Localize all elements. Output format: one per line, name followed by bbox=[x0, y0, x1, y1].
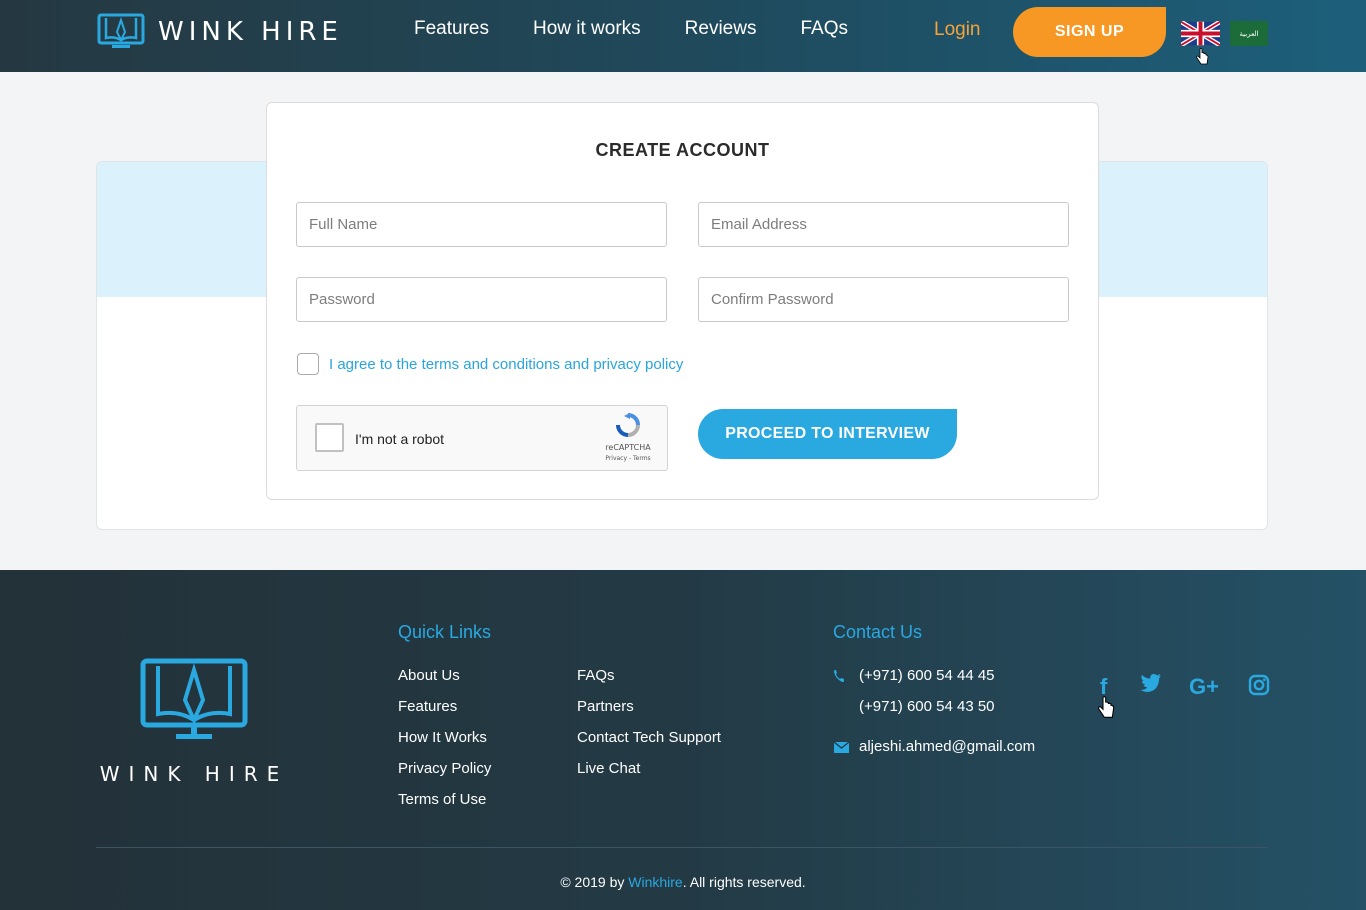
copyright-brand-link[interactable]: Winkhire bbox=[628, 874, 682, 890]
phone-1-text: (+971) 600 54 44 45 bbox=[859, 667, 995, 684]
contact-phone-1[interactable]: (+971) 600 54 44 45 bbox=[833, 667, 995, 684]
footer-logo[interactable]: WINK HIRE bbox=[96, 656, 292, 786]
uk-flag-icon[interactable] bbox=[1181, 21, 1220, 46]
full-name-field[interactable] bbox=[296, 202, 667, 247]
wink-hire-logo[interactable]: WINK HIRE bbox=[96, 12, 343, 52]
twitter-icon[interactable] bbox=[1140, 674, 1162, 692]
footer-link-privacy-policy[interactable]: Privacy Policy bbox=[398, 760, 491, 777]
create-account-form: CREATE ACCOUNT I agree to the terms and … bbox=[266, 102, 1099, 500]
quick-links-heading: Quick Links bbox=[398, 622, 492, 642]
recaptcha-logo: reCAPTCHA Privacy - Terms bbox=[603, 412, 653, 462]
footer-link-how-it-works[interactable]: How It Works bbox=[398, 729, 487, 746]
main-nav: Features How it works Reviews FAQs bbox=[414, 18, 892, 40]
email-text: aljeshi.ahmed@gmail.com bbox=[859, 738, 1036, 755]
footer-link-contact-tech-support[interactable]: Contact Tech Support bbox=[577, 729, 721, 746]
hand-cursor-icon bbox=[1098, 696, 1115, 718]
hand-cursor-icon bbox=[1196, 48, 1209, 65]
logo-icon bbox=[97, 13, 145, 48]
footer-link-features[interactable]: Features bbox=[398, 698, 457, 715]
terms-agreement: I agree to the terms and conditions and … bbox=[297, 353, 683, 375]
confirm-password-field[interactable] bbox=[698, 277, 1069, 322]
site-footer: WINK HIRE Quick Links About Us Features … bbox=[0, 570, 1366, 910]
footer-divider bbox=[96, 847, 1268, 848]
footer-link-live-chat[interactable]: Live Chat bbox=[577, 760, 640, 777]
copyright-suffix: . All rights reserved. bbox=[682, 874, 806, 890]
saudi-flag-icon[interactable]: العربية bbox=[1230, 21, 1268, 46]
terms-checkbox[interactable] bbox=[297, 353, 319, 375]
site-header: WINK HIRE Features How it works Reviews … bbox=[0, 0, 1366, 72]
footer-link-faqs[interactable]: FAQs bbox=[577, 667, 615, 684]
nav-how-it-works[interactable]: How it works bbox=[533, 18, 641, 40]
recaptcha-checkbox[interactable] bbox=[315, 423, 344, 452]
footer-link-terms-of-use[interactable]: Terms of Use bbox=[398, 791, 486, 808]
email-field[interactable] bbox=[698, 202, 1069, 247]
contact-phone-2[interactable]: (+971) 600 54 43 50 bbox=[833, 698, 995, 715]
instagram-icon[interactable] bbox=[1248, 674, 1270, 696]
proceed-to-interview-button[interactable]: PROCEED TO INTERVIEW bbox=[698, 409, 957, 459]
recaptcha-brand: reCAPTCHA bbox=[605, 443, 651, 452]
nav-features[interactable]: Features bbox=[414, 18, 489, 40]
google-plus-icon[interactable]: G+ bbox=[1189, 674, 1219, 700]
footer-link-partners[interactable]: Partners bbox=[577, 698, 634, 715]
footer-logo-icon bbox=[140, 658, 248, 739]
recaptcha-terms[interactable]: Privacy - Terms bbox=[603, 455, 653, 462]
email-icon bbox=[833, 740, 850, 753]
footer-link-about-us[interactable]: About Us bbox=[398, 667, 460, 684]
copyright: © 2019 by Winkhire. All rights reserved. bbox=[0, 874, 1366, 890]
footer-logo-text: WINK HIRE bbox=[99, 762, 289, 786]
phone-icon bbox=[834, 669, 844, 682]
form-title: CREATE ACCOUNT bbox=[595, 140, 770, 160]
logo-text: WINK HIRE bbox=[158, 17, 343, 47]
recaptcha-label: I'm not a robot bbox=[355, 431, 445, 447]
recaptcha-icon bbox=[616, 413, 640, 437]
nav-reviews[interactable]: Reviews bbox=[685, 18, 757, 40]
nav-faqs[interactable]: FAQs bbox=[800, 18, 848, 40]
login-link[interactable]: Login bbox=[934, 19, 981, 41]
signup-button[interactable]: SIGN UP bbox=[1013, 7, 1166, 57]
contact-us-heading: Contact Us bbox=[833, 622, 923, 642]
phone-2-text: (+971) 600 54 43 50 bbox=[859, 698, 995, 715]
recaptcha-widget: I'm not a robot reCAPTCHA Privacy - Term… bbox=[296, 405, 668, 471]
contact-email[interactable]: aljeshi.ahmed@gmail.com bbox=[833, 738, 1035, 755]
password-field[interactable] bbox=[296, 277, 667, 322]
terms-link[interactable]: I agree to the terms and conditions and … bbox=[329, 356, 683, 373]
copyright-prefix: © 2019 by bbox=[560, 874, 629, 890]
